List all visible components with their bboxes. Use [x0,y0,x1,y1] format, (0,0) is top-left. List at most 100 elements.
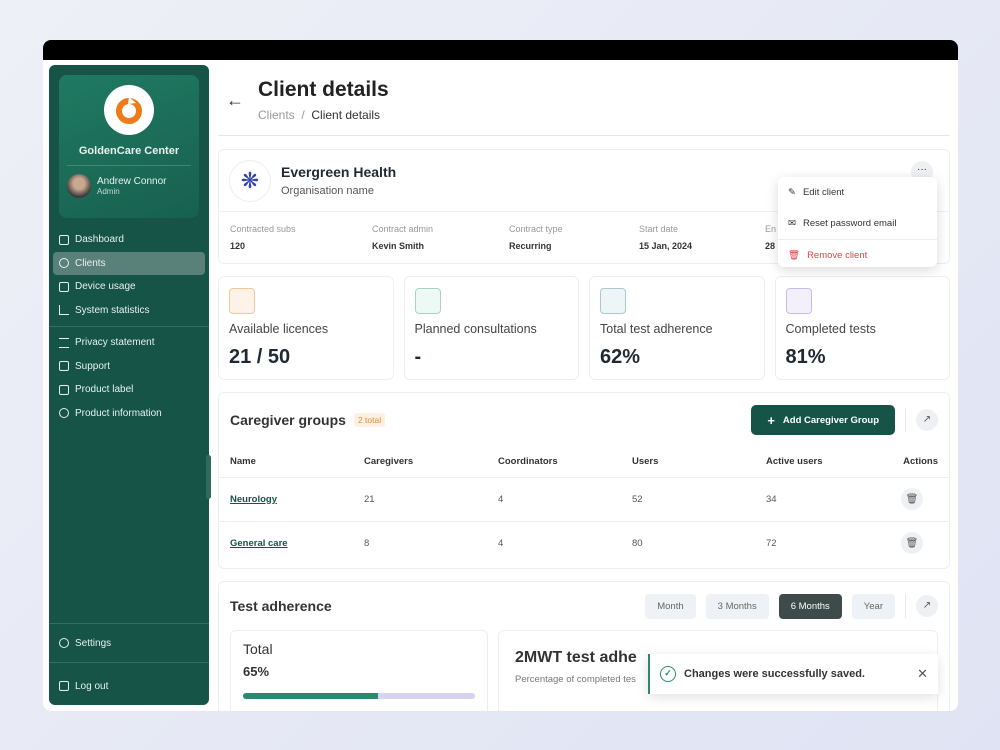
group-link[interactable]: General care [230,538,288,549]
table-row: General care 8 4 80 72 🗑 [219,521,949,565]
app-window: GoldenCare Center Andrew Connor Admin Das… [43,40,958,711]
sidebar-item-label: Privacy statement [75,337,155,349]
list-icon [59,337,69,348]
back-arrow-icon[interactable]: ← [226,90,244,111]
period-3-months[interactable]: 3 Months [705,593,769,619]
period-6-months[interactable]: 6 Months [778,593,842,619]
info-icon [59,408,69,419]
caregiver-groups-card: Caregiver groups 2 total + Add Caregiver … [218,392,950,569]
total-label: Total [243,641,273,657]
sidebar-item-label: Product label [75,384,134,396]
count-badge: 2 total [353,413,386,427]
folder-icon [59,384,69,395]
progress-fill [243,693,378,699]
pencil-icon: ✎ [788,187,796,198]
expand-icon[interactable]: ↗ [916,595,938,617]
sidebar-item-clients[interactable]: Clients [53,251,205,275]
sidebar-item-system-statistics[interactable]: System statistics [53,299,205,323]
add-caregiver-group-button[interactable]: + Add Caregiver Group [751,405,895,435]
stat-total-test-adherence: Total test adherence 62% [589,276,765,380]
org-card: GoldenCare Center Andrew Connor Admin [59,75,199,218]
title-bar [43,40,958,60]
sidebar-item-label: Support [75,360,111,372]
sidebar-item-label: Clients [75,257,106,269]
sidebar-item-settings[interactable]: Settings [53,628,205,658]
mail-icon: ✉ [788,218,796,229]
menu-item-reset-password-email[interactable]: ✉ Reset password email [778,208,937,239]
page-header: ← Client details Clients / Client detail… [218,60,950,136]
chat-icon [414,288,441,314]
delete-button[interactable]: 🗑 [901,532,923,555]
client-subtitle: Organisation name [281,185,374,197]
field-start-date: Start date 15 Jan, 2024 [639,224,693,251]
field-contracted-subs: Contracted subs 120 [230,224,296,251]
expand-icon[interactable]: ↗ [916,409,938,431]
sidebar-item-label: Product information [75,407,162,419]
menu-item-edit-client[interactable]: ✎ Edit client [778,177,937,208]
stat-planned-consultations: Planned consultations - [403,276,579,380]
sidebar-item-label: Device usage [75,281,136,293]
user-name: Andrew Connor [97,176,167,187]
success-toast: ✓ Changes were successfully saved. ✕ [648,654,938,694]
sidebar-item-label: Settings [75,637,112,649]
sidebar-item-product-information[interactable]: Product information [53,402,205,426]
close-icon[interactable]: ✕ [917,666,928,682]
org-logo [104,85,154,135]
avatar [67,174,91,198]
logout-button[interactable]: Log out [53,667,205,705]
table-row: Neurology 21 4 52 34 🗑 [219,477,949,522]
page-title: Client details [258,78,389,101]
sidebar-item-label: Dashboard [75,234,124,246]
column-header: Actions [865,447,949,478]
progress-bar [243,693,475,699]
breadcrumb: Clients / Client details [258,108,381,122]
sidebar-item-support[interactable]: Support [53,355,205,379]
group-link[interactable]: Neurology [230,494,277,505]
client-options-menu: ✎ Edit client ✉ Reset password email 🗑 Remo… [778,177,937,267]
section-title: Caregiver groups [230,412,346,428]
sidebar: GoldenCare Center Andrew Connor Admin Das… [49,65,211,705]
stat-completed-tests: Completed tests 81% [774,276,950,380]
stat-available-licences: Available licences 21 / 50 [218,276,394,380]
user-profile[interactable]: Andrew Connor Admin [59,174,199,198]
main-content: ← Client details Clients / Client detail… [218,60,950,711]
column-header: Active users [755,447,866,478]
plus-icon: + [767,412,775,428]
breadcrumb-clients[interactable]: Clients [258,108,295,122]
client-logo: ❋ [229,159,271,202]
field-contract-admin: Contract admin Kevin Smith [372,224,434,251]
sidebar-item-product-label[interactable]: Product label [53,378,205,402]
logout-icon [59,681,69,691]
caregiver-groups-table: Name Caregivers Coordinators Users Activ… [219,447,949,565]
sidebar-item-dashboard[interactable]: Dashboard [53,228,205,252]
toast-message: Changes were successfully saved. [684,668,865,680]
sidebar-item-device-usage[interactable]: Device usage [53,275,205,299]
grid-icon [59,234,69,245]
sidebar-item-privacy-statement[interactable]: Privacy statement [53,331,205,355]
folder-icon [229,288,255,314]
delete-button[interactable]: 🗑 [901,488,923,510]
client-name: Evergreen Health [281,164,397,180]
section-title: Test adherence [230,598,332,614]
menu-item-remove-client[interactable]: 🗑 Remove client [778,239,937,270]
total-value: 65% [243,664,270,679]
column-header: Users [621,447,755,478]
user-check-icon [59,258,69,269]
user-role: Admin [97,187,120,196]
gear-icon [59,638,69,648]
trash-icon: 🗑 [788,249,801,261]
field-end-date: En 28 [765,224,777,251]
clipboard-icon [600,288,626,314]
sidebar-item-label: System statistics [75,304,150,316]
sidebar-collapse-handle[interactable] [206,455,211,499]
check-circle-icon: ✓ [660,666,676,682]
breadcrumb-current: Client details [311,108,381,122]
period-year[interactable]: Year [851,593,895,619]
sidebar-item-label: Log out [75,680,109,692]
clipboard-check-icon [785,288,812,314]
chart-icon [59,305,69,316]
period-month[interactable]: Month [645,593,696,619]
help-icon [59,361,69,372]
stats-row: Available licences 21 / 50 Planned consul… [218,276,950,380]
phone-icon [59,281,69,292]
